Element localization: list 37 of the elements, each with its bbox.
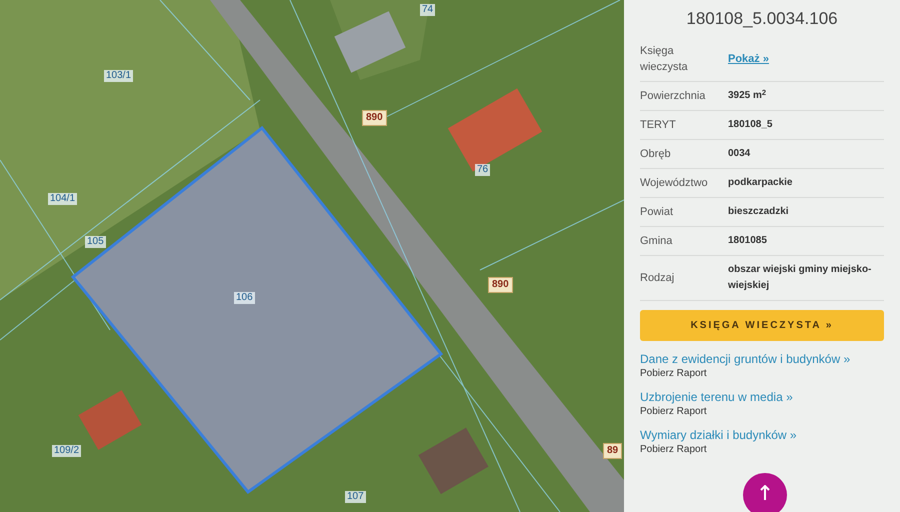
road-number-label: 890 — [488, 277, 513, 293]
road-number-label: 89 — [603, 443, 622, 459]
field-value: podkarpackie — [728, 176, 792, 190]
parcel-label: 104/1 — [48, 193, 78, 205]
field-label: Powiat — [640, 205, 674, 220]
parcel-label: 106 — [234, 292, 255, 304]
field-value: 0034 — [728, 147, 750, 162]
field-label: Gmina — [640, 234, 674, 250]
land-register-button[interactable]: KSIĘGA WIECZYSTA » — [640, 310, 884, 342]
field-label: Księga wieczysta — [640, 44, 689, 76]
field-value: obszar wiejski gminy miejsko-wiejskiej — [728, 263, 872, 294]
parcel-label: 105 — [85, 236, 106, 248]
field-label: Obręb — [640, 147, 672, 162]
field-label: TERYT — [640, 118, 677, 134]
download-report-text: Pobierz Raport — [640, 443, 708, 458]
field-value: 1801085 — [728, 234, 767, 248]
parcel-label: 109/2 — [52, 445, 82, 457]
field-label: Powierzchnia — [640, 89, 706, 104]
parcel-label: 74 — [420, 4, 436, 16]
field-label: Rodzaj — [640, 271, 676, 286]
download-report-text: Pobierz Raport — [640, 405, 708, 420]
parcel-label: 103/1 — [104, 70, 134, 82]
field-label: Województwo — [640, 176, 709, 192]
field-value: 3925 m$^{2}$ — [728, 88, 766, 104]
download-report-text: Pobierz Raport — [640, 367, 708, 382]
report-link[interactable]: Wymiary działki i budynków » — [640, 427, 884, 444]
parcel-label: 107 — [345, 491, 366, 503]
scroll-to-top-button[interactable] — [743, 473, 787, 512]
parcel-title: 180108_5.0034.106 — [685, 8, 839, 30]
parcel-label: 76 — [475, 164, 490, 176]
show-link[interactable]: Pokaż » — [728, 51, 769, 68]
report-link[interactable]: Uzbrojenie terenu w media » — [640, 389, 884, 406]
road-number-label: 890 — [362, 110, 387, 126]
up-arrow-icon — [760, 485, 770, 501]
report-link[interactable]: Dane z ewidencji gruntów i budynków » — [640, 351, 884, 368]
field-value: 180108_5 — [728, 118, 772, 132]
field-value: bieszczadzki — [728, 205, 789, 220]
